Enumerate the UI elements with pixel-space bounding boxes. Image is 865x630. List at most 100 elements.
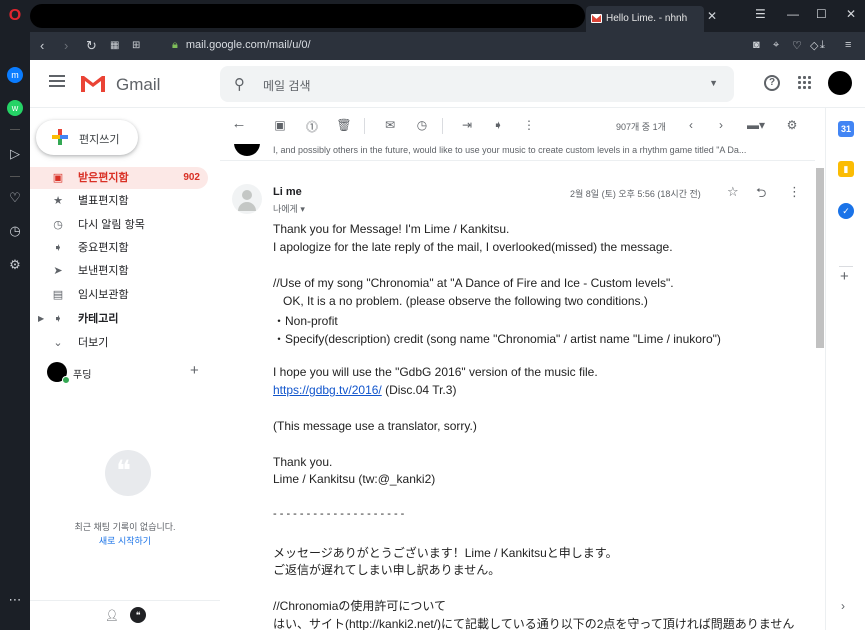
message-view: I, and possibly others in the future, wo… xyxy=(220,144,815,630)
scrollbar-thumb[interactable] xyxy=(816,168,824,348)
add-addon-icon[interactable]: + xyxy=(840,268,849,285)
forward-icon[interactable]: › xyxy=(64,38,68,53)
maximize-icon[interactable]: ☐ xyxy=(816,7,827,21)
label-icon: ➧ xyxy=(53,313,63,325)
nav-drafts[interactable]: ▤ 임시보관함 xyxy=(30,284,208,306)
body-line: //Chronomiaの使用許可について xyxy=(273,599,447,613)
chevron-down-icon: ⌄ xyxy=(53,337,63,349)
body-line: I apologize for the late reply of the ma… xyxy=(273,240,673,254)
person-icon[interactable]: 👤︎ xyxy=(105,609,119,622)
calendar-icon[interactable]: 31 xyxy=(838,121,854,137)
wallet-icon[interactable]: ◇ xyxy=(810,39,818,52)
nav-label: 보낸편지함 xyxy=(78,265,129,277)
move-to-icon[interactable]: ⇥ xyxy=(459,118,475,132)
tab-close-icon[interactable]: ✕ xyxy=(707,9,717,23)
search-icon[interactable]: ⚲ xyxy=(234,75,245,93)
report-spam-icon[interactable]: ⓵ xyxy=(304,118,320,135)
body-line: Lime / Kankitsu (tw:@_kanki2) xyxy=(273,472,436,486)
older-icon[interactable]: › xyxy=(713,118,729,132)
more-vert-icon[interactable]: ⋮ xyxy=(521,118,537,132)
download-icon[interactable]: ⤓ xyxy=(820,39,825,52)
input-tools-icon[interactable]: ▬▾ xyxy=(742,118,770,132)
gdbg-link[interactable]: https://gdbg.tv/2016/ xyxy=(273,383,382,397)
clock-icon: ◷ xyxy=(53,219,63,231)
url-field[interactable]: 🔒︎ mail.google.com/mail/u/0/ xyxy=(172,39,311,52)
nav-inbox[interactable]: ▣ 받은편지함 902 xyxy=(30,167,208,189)
message-scrollbar[interactable] xyxy=(815,144,825,630)
sender-name[interactable]: Li me xyxy=(273,186,302,198)
heart-icon[interactable]: ♡ xyxy=(7,190,23,206)
expand-caret-icon[interactable]: ▶ xyxy=(38,308,44,330)
flow-icon[interactable]: ▷ xyxy=(7,146,23,162)
nav-sent[interactable]: ➤ 보낸편지함 xyxy=(30,260,208,282)
nav-bottom-bar: 👤︎ ❝ xyxy=(30,600,220,630)
snapshot-icon[interactable]: ⊞ xyxy=(132,40,140,51)
search-options-icon[interactable]: ▼ xyxy=(709,78,718,88)
tasks-icon[interactable]: ✓ xyxy=(838,203,854,219)
body-line: Thank you for Message! I'm Lime / Kankit… xyxy=(273,222,510,236)
chat-empty-text: 최근 채팅 기록이 없습니다. xyxy=(74,522,176,532)
minimize-icon[interactable]: — xyxy=(787,7,799,21)
search-input[interactable]: 메일 검색 xyxy=(263,77,311,94)
new-chat-plus-icon[interactable]: + xyxy=(190,362,199,379)
title-bar: Hello Lime. - nhnh ✕ ☰ — ☐ ✕ xyxy=(30,0,865,32)
active-tab[interactable]: Hello Lime. - nhnh xyxy=(586,6,704,32)
vpn-icon[interactable]: ⌖ xyxy=(773,39,779,52)
more-icon[interactable]: ⋯ xyxy=(7,592,23,608)
nav-more[interactable]: ⌄ 더보기 xyxy=(30,332,208,354)
star-icon[interactable]: ☆ xyxy=(727,184,739,200)
whatsapp-icon[interactable]: w xyxy=(7,100,23,116)
tab-menu-icon[interactable]: ☰ xyxy=(755,7,766,21)
search-bar[interactable]: ⚲ 메일 검색 ▼ xyxy=(220,66,734,102)
main-menu-icon[interactable] xyxy=(49,75,65,87)
nav-snoozed[interactable]: ◷ 다시 알림 항목 xyxy=(30,214,208,236)
keep-icon[interactable]: ▮ xyxy=(838,161,854,177)
account-avatar[interactable] xyxy=(828,71,852,95)
divider xyxy=(10,176,20,177)
camera-icon[interactable]: ◙ xyxy=(753,39,760,51)
back-to-inbox-icon[interactable]: ← xyxy=(231,115,247,132)
body-line: メッセージありがとうございます！Lime / Kankitsuと申します。 xyxy=(273,546,618,560)
sender-avatar xyxy=(232,184,262,214)
send-icon: ➤ xyxy=(53,265,63,277)
compose-button[interactable]: 편지쓰기 xyxy=(36,120,138,155)
previous-message-collapsed[interactable]: I, and possibly others in the future, wo… xyxy=(220,144,815,161)
heart-bookmark-icon[interactable]: ♡ xyxy=(792,39,802,52)
url-text: mail.google.com/mail/u/0/ xyxy=(185,39,311,51)
gmail-logo-icon[interactable] xyxy=(79,73,107,93)
hangouts-icon[interactable]: ❝ xyxy=(130,607,146,623)
nav-categories[interactable]: ▶ ➧ 카테고리 xyxy=(30,308,208,330)
mark-unread-icon[interactable]: ✉ xyxy=(382,118,398,132)
snooze-icon[interactable]: ◷ xyxy=(414,118,430,132)
settings-gear-icon[interactable]: ⚙ xyxy=(784,118,800,132)
chat-start-link[interactable]: 새로 시작하기 xyxy=(30,534,220,547)
body-line: I hope you will use the "GdbG 2016" vers… xyxy=(273,365,598,379)
archive-icon[interactable]: ▣ xyxy=(272,118,288,132)
nav-label: 카테고리 xyxy=(78,313,119,325)
expand-panel-icon[interactable]: › xyxy=(841,599,845,613)
help-icon[interactable]: ? xyxy=(764,75,780,91)
opera-logo-icon[interactable]: O xyxy=(7,8,23,24)
back-icon[interactable]: ‹ xyxy=(40,38,44,53)
more-vert-icon[interactable]: ⋮ xyxy=(788,184,801,200)
reload-icon[interactable]: ↻ xyxy=(86,38,97,54)
menu-icon[interactable]: ≡ xyxy=(845,39,851,51)
nav-starred[interactable]: ★ 별표편지함 xyxy=(30,190,208,212)
body-separator: - - - - - - - - - - - - - - - - - - - - xyxy=(273,508,405,520)
reply-icon[interactable]: ⮌ xyxy=(756,184,766,206)
labels-icon[interactable]: ➧ xyxy=(490,118,506,132)
delete-icon[interactable]: 🗑︎ xyxy=(336,118,352,132)
newer-icon[interactable]: ‹ xyxy=(683,118,699,132)
hangouts-user-name: 푸딩 xyxy=(73,370,92,381)
google-apps-icon[interactable] xyxy=(797,75,811,89)
left-nav: 편지쓰기 ▣ 받은편지함 902 ★ 별표편지함 ◷ 다시 알림 항목 ➧ 중요… xyxy=(30,108,220,630)
settings-icon[interactable]: ⚙ xyxy=(7,257,23,273)
hangouts-user[interactable]: 푸딩 + xyxy=(47,362,217,384)
messenger-icon[interactable]: m xyxy=(7,67,23,83)
history-icon[interactable]: ◷ xyxy=(7,223,23,239)
speed-dial-icon[interactable]: ▦ xyxy=(110,40,119,51)
nav-important[interactable]: ➧ 중요편지함 xyxy=(30,237,208,259)
close-window-icon[interactable]: ✕ xyxy=(846,7,856,21)
gmail-logo-text: Gmail xyxy=(116,75,161,94)
recipient-details[interactable]: 나에게 ▾ xyxy=(273,202,305,215)
